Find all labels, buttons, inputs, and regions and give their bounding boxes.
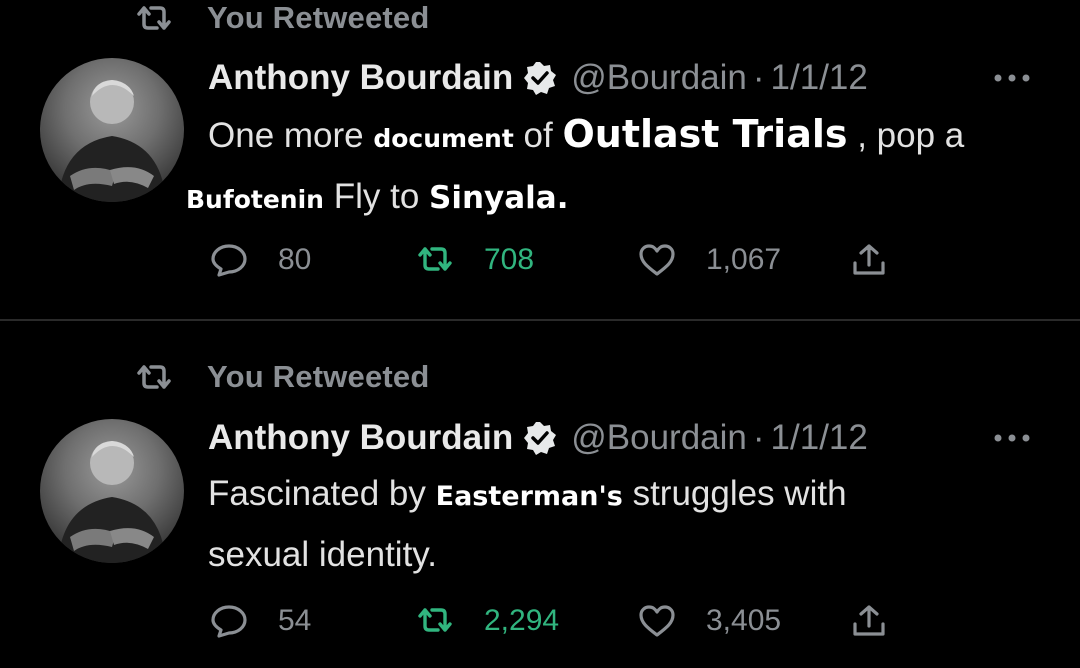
tweet-text-overlay: document	[373, 124, 514, 153]
retweet-context: You Retweeted	[135, 359, 430, 395]
author-name[interactable]: Anthony Bourdain	[208, 418, 513, 458]
tweet-text: One more document of Outlast Trials , po…	[186, 105, 1058, 229]
separator-dot: ·	[752, 418, 765, 457]
tweet-text-segment: One more	[208, 116, 364, 155]
verified-badge-icon	[524, 422, 557, 455]
share-button[interactable]	[850, 601, 888, 641]
retweet-context-label: You Retweeted	[207, 0, 430, 35]
avatar[interactable]	[40, 419, 184, 563]
retweet-button[interactable]: 2,294	[416, 601, 559, 641]
retweet-count: 2,294	[484, 604, 560, 637]
tweet-text: Fascinated by Easterman's struggles with…	[208, 465, 1058, 584]
tweet-header: Anthony Bourdain @Bourdain · 1/1/12	[208, 55, 868, 101]
tweet-divider	[0, 319, 1080, 321]
more-options-icon[interactable]	[992, 433, 1032, 443]
more-options-icon[interactable]	[992, 73, 1032, 83]
author-name[interactable]: Anthony Bourdain	[208, 58, 513, 98]
like-count: 1,067	[706, 243, 782, 276]
separator-dot: ·	[752, 58, 765, 97]
reply-count: 54	[278, 604, 312, 637]
reply-button[interactable]: 80	[210, 240, 311, 280]
tweet-header: Anthony Bourdain @Bourdain · 1/1/12	[208, 415, 868, 461]
retweet-icon	[418, 608, 452, 632]
tweet-text-overlay: Easterman's	[435, 481, 623, 512]
heart-icon	[639, 244, 675, 276]
tweet-text-segment: of	[523, 116, 553, 155]
like-button[interactable]: 1,067	[638, 240, 781, 280]
tweet-actions: 54 2,294 3,405	[210, 601, 910, 641]
author-handle[interactable]: @Bourdain	[571, 58, 747, 98]
tweet-text-overlay: Outlast Trials	[562, 112, 848, 156]
tweet-actions: 80 708 1,067	[210, 240, 910, 280]
verified-badge-icon	[524, 62, 557, 95]
avatar[interactable]	[40, 58, 184, 202]
tweet-text-overlay: Bufotenin	[186, 185, 324, 214]
reply-icon	[211, 244, 247, 277]
tweet-date[interactable]: 1/1/12	[771, 58, 868, 98]
heart-icon	[639, 605, 675, 637]
tweet-date[interactable]: 1/1/12	[771, 418, 868, 458]
retweet-count: 708	[484, 243, 535, 276]
tweet-card[interactable]: You Retweeted Anthony Bourdain @Bourdain…	[0, 322, 1080, 668]
share-button[interactable]	[850, 240, 888, 280]
tweet-text-segment: Fly to	[333, 177, 420, 216]
retweet-context-label: You Retweeted	[207, 359, 430, 394]
author-handle[interactable]: @Bourdain	[571, 418, 747, 458]
tweet-text-segment: .	[556, 180, 569, 216]
retweet-icon	[137, 6, 171, 30]
tweet-card[interactable]: You Retweeted Anthony Bourdain @Bourdain…	[0, 0, 1080, 320]
tweet-text-segment: sexual identity.	[208, 535, 437, 574]
tweet-text-overlay: Sinyala	[429, 180, 557, 216]
tweet-text-segment: , pop a	[857, 116, 965, 155]
share-icon	[853, 605, 885, 636]
reply-icon	[211, 605, 247, 638]
retweet-button[interactable]: 708	[416, 240, 534, 280]
retweet-icon	[418, 247, 452, 271]
retweet-context: You Retweeted	[135, 0, 430, 36]
retweet-icon	[137, 365, 171, 389]
reply-button[interactable]: 54	[210, 601, 311, 641]
reply-count: 80	[278, 243, 312, 276]
like-button[interactable]: 3,405	[638, 601, 781, 641]
tweet-text-segment: struggles with	[632, 474, 847, 513]
like-count: 3,405	[706, 604, 782, 637]
share-icon	[853, 244, 885, 275]
tweet-text-segment: Fascinated by	[208, 474, 426, 513]
